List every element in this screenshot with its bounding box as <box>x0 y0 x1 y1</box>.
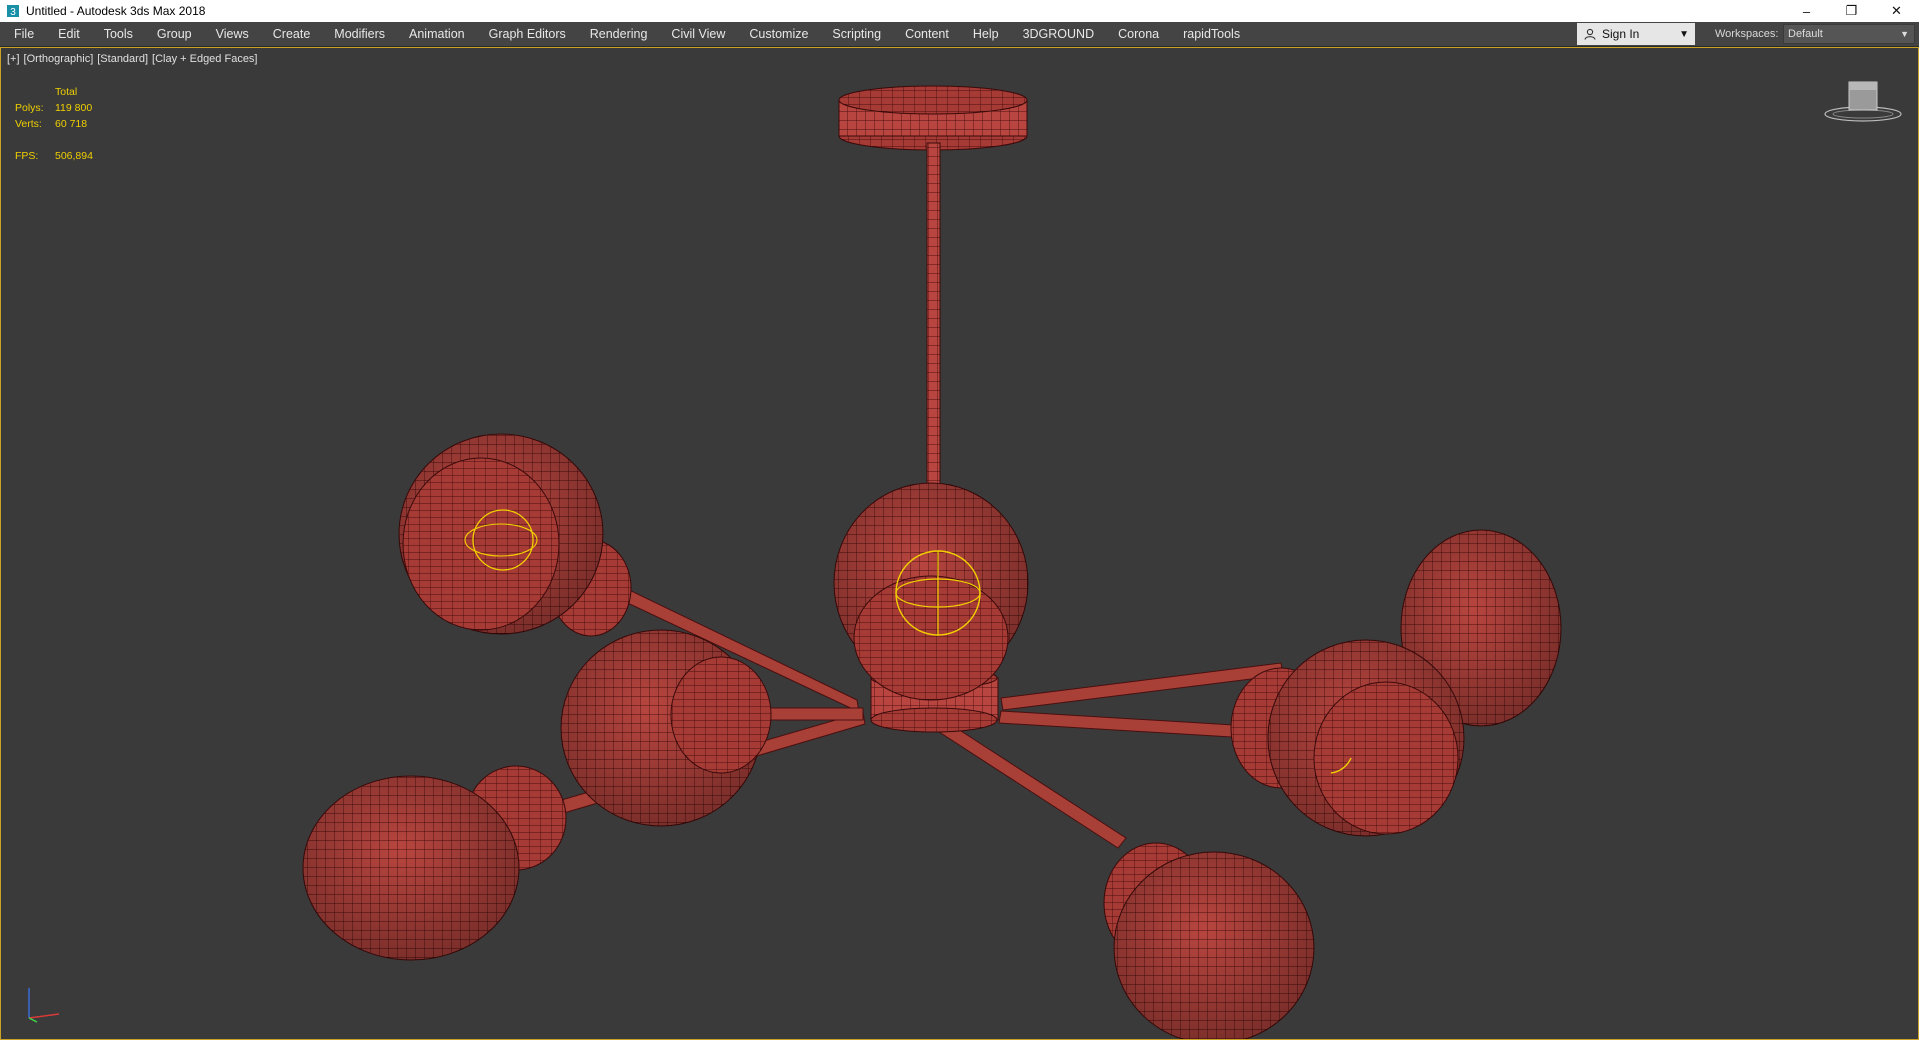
menu-civil-view[interactable]: Civil View <box>659 22 737 46</box>
window-title: Untitled - Autodesk 3ds Max 2018 <box>26 4 206 18</box>
sign-in-dropdown[interactable]: Sign In ▼ <box>1577 23 1695 45</box>
menu-tools[interactable]: Tools <box>92 22 145 46</box>
shade-back-left <box>560 629 772 827</box>
stats-header: Total <box>55 86 78 98</box>
scene-statistics: Total Polys: 119 800 Verts: 60 718 FPS: 506… <box>15 84 93 164</box>
menu-animation[interactable]: Animation <box>397 22 477 46</box>
shade-top-left <box>398 433 632 637</box>
menu-views[interactable]: Views <box>204 22 261 46</box>
viewport-shading-standard[interactable]: [Standard] <box>97 53 148 65</box>
menu-help[interactable]: Help <box>961 22 1011 46</box>
viewport-view-label[interactable]: [Orthographic] <box>24 53 94 65</box>
menu-rapidtools[interactable]: rapidTools <box>1171 22 1252 46</box>
restore-button[interactable]: ❐ <box>1829 0 1874 22</box>
menu-corona[interactable]: Corona <box>1106 22 1171 46</box>
viewport-label[interactable]: [+] [Orthographic] [Standard] [Clay + Edged… <box>7 53 262 65</box>
menu-modifiers[interactable]: Modifiers <box>322 22 397 46</box>
shade-bottom-right <box>1103 842 1315 1039</box>
axis-tripod-icon <box>28 988 60 1023</box>
menu-3dground[interactable]: 3DGROUND <box>1011 22 1107 46</box>
menu-group[interactable]: Group <box>145 22 204 46</box>
fps-label: FPS: <box>15 150 39 162</box>
svg-text:3: 3 <box>10 7 16 18</box>
menu-graph-editors[interactable]: Graph Editors <box>477 22 578 46</box>
workspaces-select[interactable]: Default ▼ <box>1783 24 1915 44</box>
viewcube-icon[interactable] <box>1821 78 1905 126</box>
title-bar: 3 Untitled - Autodesk 3ds Max 2018 – ❐ ✕ <box>0 0 1919 23</box>
shade-bottom-left <box>302 765 567 961</box>
stem <box>926 142 941 499</box>
polys-label: Polys: <box>15 102 44 114</box>
minimize-button[interactable]: – <box>1784 0 1829 22</box>
viewport-display-mode[interactable]: [Clay + Edged Faces] <box>152 53 257 65</box>
workspaces-label: Workspaces: <box>1715 28 1779 40</box>
menu-file[interactable]: File <box>0 22 46 46</box>
sign-in-label: Sign In <box>1602 27 1640 41</box>
canopy <box>838 85 1028 151</box>
chevron-down-icon: ▼ <box>1900 29 1909 39</box>
verts-label: Verts: <box>15 118 42 130</box>
viewport-menu-plus[interactable]: [+] <box>7 53 20 65</box>
close-button[interactable]: ✕ <box>1874 0 1919 22</box>
app-icon: 3 <box>7 5 19 18</box>
menu-create[interactable]: Create <box>261 22 323 46</box>
polys-value: 119 800 <box>55 102 93 114</box>
menu-edit[interactable]: Edit <box>46 22 92 46</box>
shade-center <box>833 482 1029 701</box>
chevron-down-icon: ▼ <box>1679 28 1689 40</box>
chandelier-mesh <box>302 85 1562 1039</box>
menu-customize[interactable]: Customize <box>737 22 820 46</box>
verts-value: 60 718 <box>55 118 88 130</box>
viewport-perspective[interactable]: [+] [Orthographic] [Standard] [Clay + Edged… <box>0 47 1919 1040</box>
user-icon <box>1584 28 1596 40</box>
workspaces-value: Default <box>1788 28 1823 40</box>
menu-scripting[interactable]: Scripting <box>820 22 893 46</box>
fps-value: 506,894 <box>55 150 93 162</box>
menu-content[interactable]: Content <box>893 22 961 46</box>
menu-rendering[interactable]: Rendering <box>578 22 660 46</box>
